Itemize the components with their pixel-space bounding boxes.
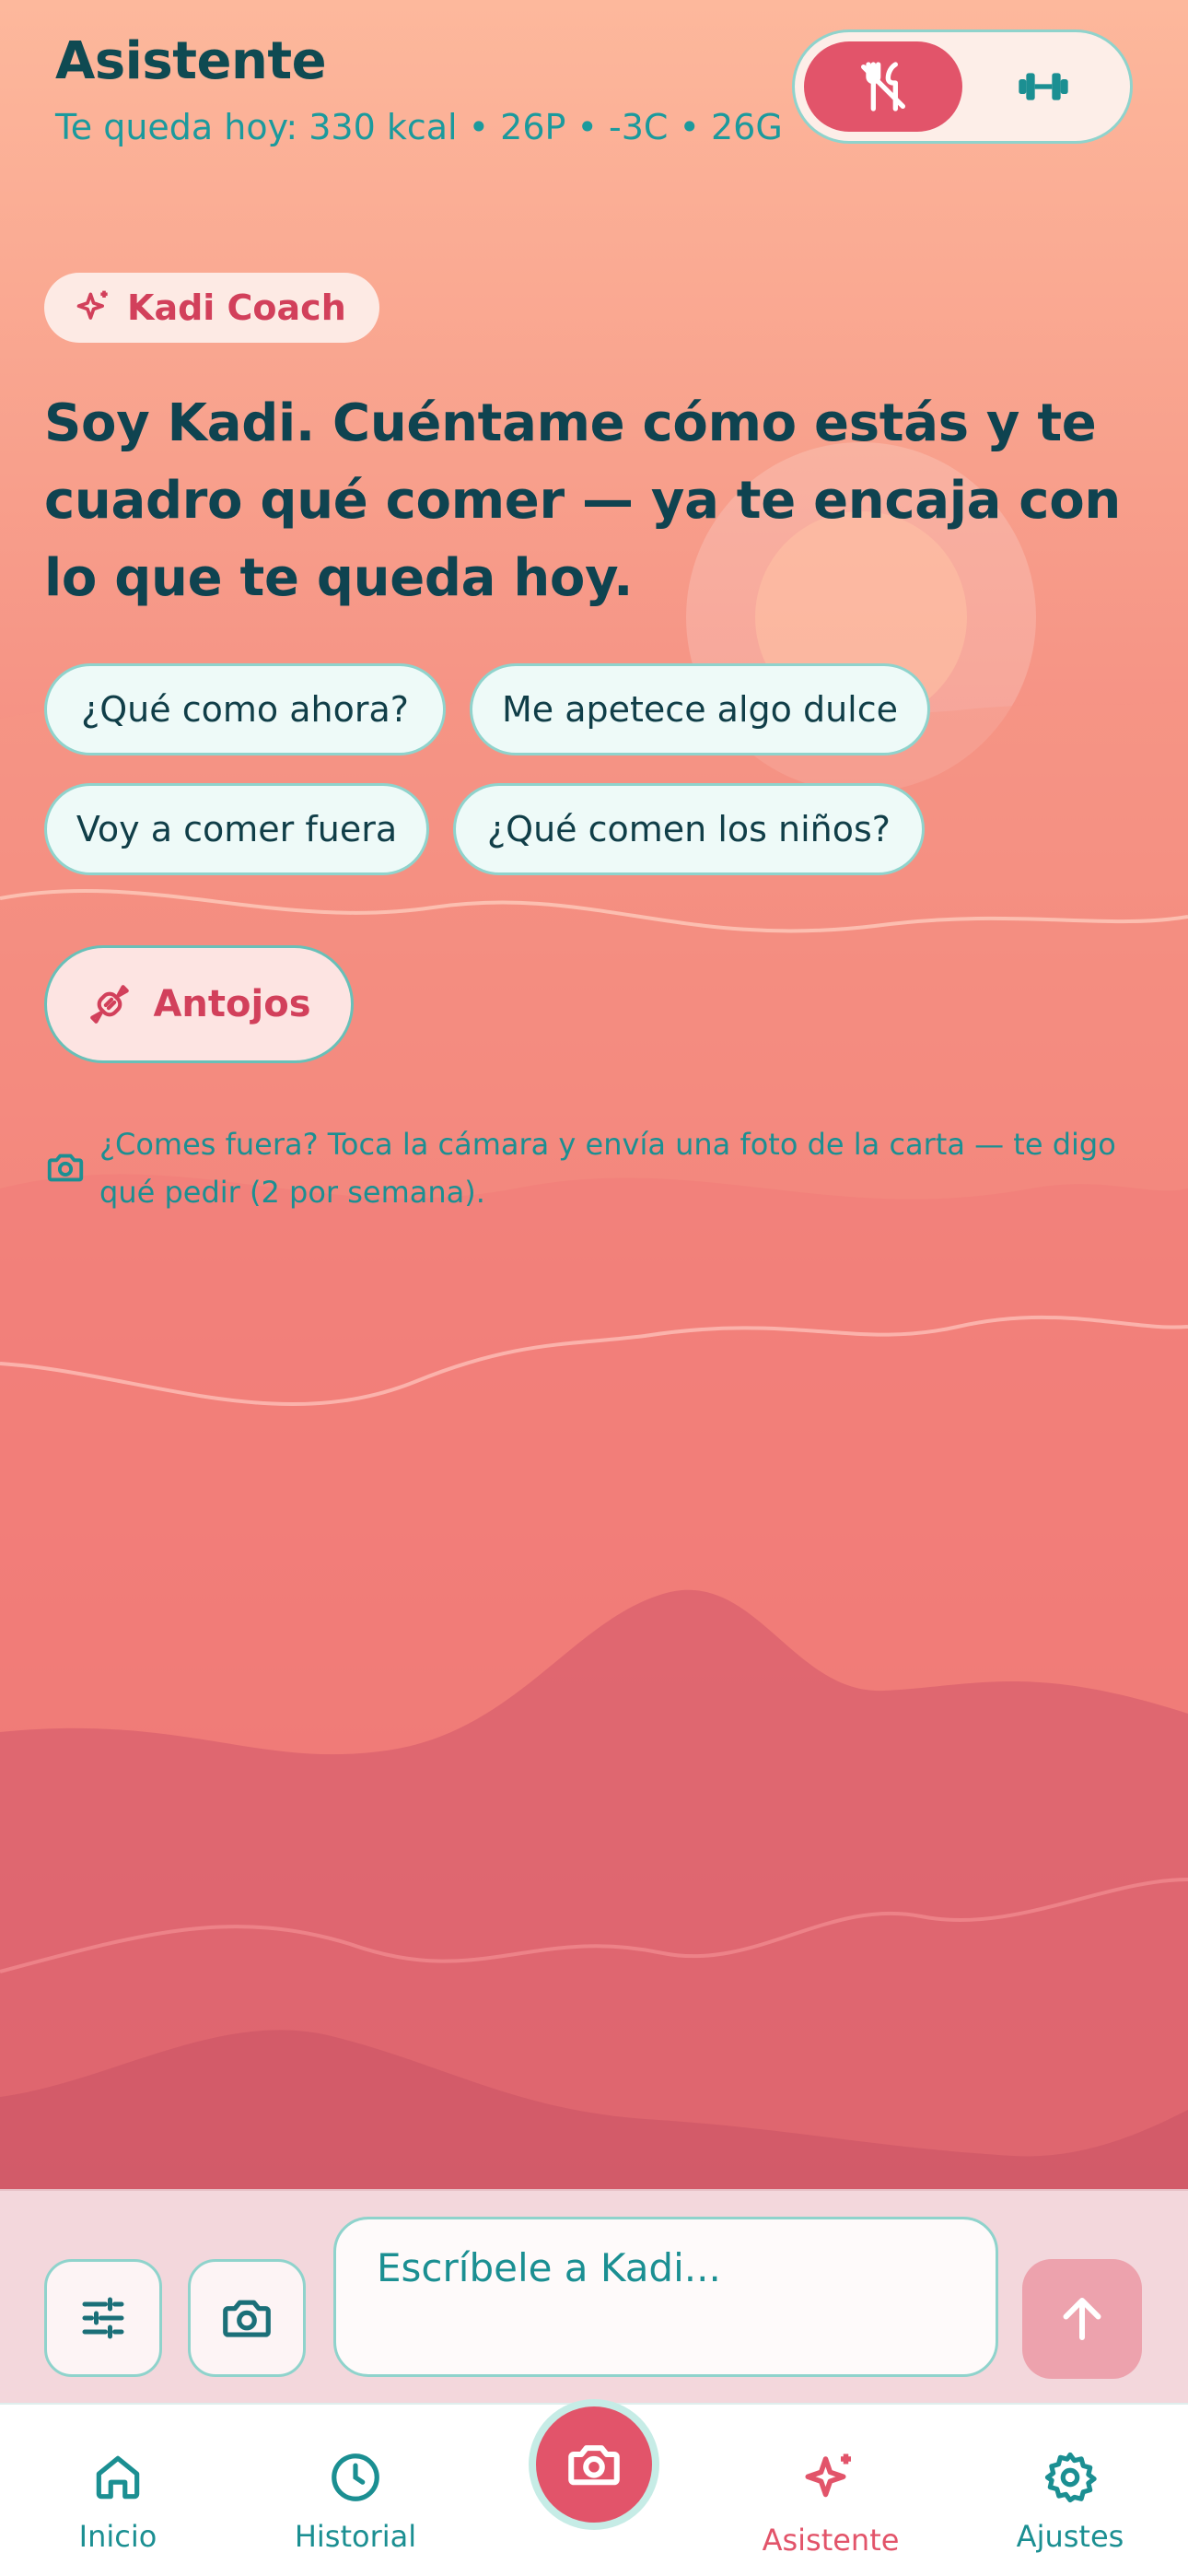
send-button[interactable] [1022, 2259, 1142, 2379]
gear-icon [1044, 2452, 1097, 2503]
composer-camera-button[interactable] [188, 2259, 306, 2377]
tab-label: Inicio [78, 2519, 157, 2554]
sliders-icon [82, 2297, 124, 2339]
sparkle-icon [76, 290, 108, 320]
coach-badge-label: Kadi Coach [127, 287, 346, 328]
assistant-screen: Asistente Te queda hoy: 330 kcal • 26P •… [0, 0, 1188, 2576]
page-title: Asistente [55, 31, 327, 91]
home-icon [96, 2455, 140, 2500]
tab-historial[interactable]: Historial [254, 2405, 457, 2576]
coach-badge: Kadi Coach [44, 273, 379, 343]
fork-knife-icon [861, 62, 905, 111]
suggestion-chip[interactable]: ¿Qué como ahora? [44, 663, 446, 755]
camera-icon [47, 1153, 84, 1182]
message-composer [0, 2189, 1188, 2405]
filters-button[interactable] [44, 2259, 162, 2377]
intro-message: Soy Kadi. Cuéntame cómo estás y te cuadr… [44, 393, 1121, 608]
camera-icon [568, 2445, 620, 2486]
tab-asistente[interactable]: Asistente [729, 2405, 932, 2576]
camera-capture-button[interactable] [529, 2399, 659, 2530]
sparkle-icon [805, 2453, 851, 2498]
food-mode-button[interactable] [804, 41, 962, 132]
antojos-button[interactable]: Antojos [44, 945, 354, 1063]
suggestion-chip[interactable]: Me apetece algo dulce [470, 663, 930, 755]
tab-label: Asistente [762, 2523, 900, 2558]
message-input[interactable] [333, 2217, 998, 2377]
camera-icon [223, 2300, 271, 2337]
photo-hint-text: ¿Comes fuera? Toca la cámara y envía una… [99, 1127, 1116, 1210]
remaining-macros: Te queda hoy: 330 kcal • 26P • -3C • 26G [55, 107, 783, 147]
clock-icon [332, 2453, 379, 2501]
mode-toggle[interactable] [792, 29, 1133, 144]
tab-label: Historial [294, 2519, 417, 2554]
arrow-up-icon [1063, 2298, 1101, 2340]
tab-label: Ajustes [1016, 2519, 1124, 2554]
workout-mode-button[interactable] [964, 41, 1123, 132]
candy-icon [90, 985, 130, 1024]
tab-inicio[interactable]: Inicio [17, 2405, 219, 2576]
suggestion-chip[interactable]: ¿Qué comen los niños? [453, 783, 925, 875]
dumbbell-icon [1019, 73, 1068, 100]
antojos-label: Antojos [153, 983, 311, 1025]
photo-hint: ¿Comes fuera? Toca la cámara y envía una… [44, 1120, 1149, 1216]
tab-ajustes[interactable]: Ajustes [969, 2405, 1171, 2576]
suggestion-chip[interactable]: Voy a comer fuera [44, 783, 429, 875]
